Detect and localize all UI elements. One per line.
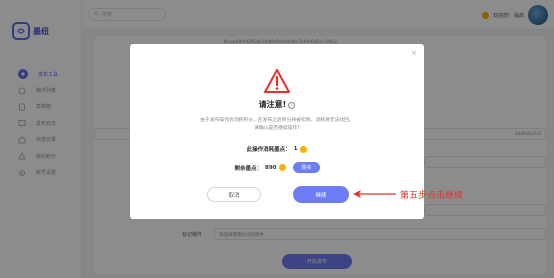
cost-value: 1 (293, 146, 298, 152)
balance-value: 890 (265, 164, 277, 171)
continue-button[interactable]: 继续 (293, 186, 349, 203)
dialog-title-text: 请注意! (258, 100, 287, 109)
coin-icon (279, 164, 287, 171)
description-line: 请确认是否继续操作? (254, 125, 300, 131)
coin-icon (300, 145, 308, 153)
annotation-arrow-icon (352, 188, 398, 202)
description-line: 由于发布操作会消耗积分，在发布之后积分将被扣除，消耗将无法找回。 (200, 118, 354, 123)
balance-label: 剩余墨点： (234, 165, 262, 172)
buy-button[interactable]: 购买 (293, 162, 320, 173)
cancel-button[interactable]: 取消 (207, 187, 261, 202)
close-icon[interactable]: × (411, 49, 417, 57)
balance-row: 剩余墨点： 890 购买 (130, 162, 424, 173)
cost-label: 此操作消耗墨点： (246, 147, 291, 153)
warning-icon (263, 68, 291, 96)
cost-row: 此操作消耗墨点： 1 (130, 145, 424, 153)
dialog-title: 请注意! i (130, 99, 424, 110)
info-icon: i (288, 102, 296, 109)
dialog-description: 由于发布操作会消耗积分，在发布之后积分将被扣除，消耗将无法找回。 请确认是否继续… (130, 117, 424, 132)
annotation-text: 第五步点击继续 (400, 191, 464, 201)
